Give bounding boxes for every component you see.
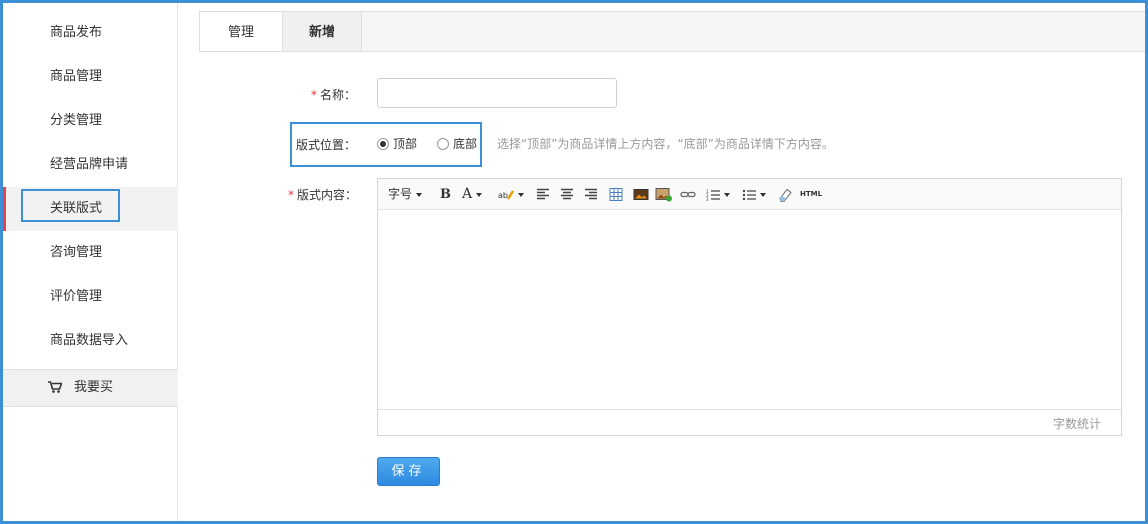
link-icon[interactable]	[680, 186, 696, 203]
name-label: * 名称：	[310, 88, 356, 102]
editor-toolbar: 字号 B A ab 123 HTML	[378, 179, 1121, 210]
align-right-icon[interactable]	[584, 186, 598, 203]
align-center-icon[interactable]	[560, 186, 574, 203]
multi-image-icon[interactable]	[655, 186, 673, 203]
sidebar-item-data-import[interactable]: 商品数据导入	[3, 319, 178, 363]
bold-button[interactable]: B	[440, 186, 451, 203]
editor-statusbar: 字数统计	[378, 409, 1121, 435]
svg-text:3: 3	[706, 197, 709, 202]
tab-bar: 管理 新增	[199, 11, 1145, 52]
sidebar-item-product-manage[interactable]: 商品管理	[3, 55, 178, 99]
required-mark: *	[310, 88, 317, 102]
unordered-list-icon	[742, 189, 756, 200]
content-label: * 版式内容：	[288, 188, 358, 202]
font-color-button[interactable]: A	[462, 186, 483, 203]
font-size-dropdown[interactable]: 字号	[388, 186, 423, 203]
sidebar-item-brand-apply[interactable]: 经营品牌申请	[3, 143, 178, 187]
save-button[interactable]: 保存	[377, 457, 440, 486]
svg-text:ab: ab	[498, 191, 508, 200]
position-highlight	[290, 122, 482, 167]
ordered-list-button[interactable]: 123	[706, 186, 730, 203]
rich-text-editor: 字号 B A ab 123 HTML 字数统计	[377, 178, 1122, 436]
image-icon[interactable]	[633, 186, 649, 203]
name-input[interactable]	[377, 78, 617, 108]
tab-add[interactable]: 新增	[282, 11, 362, 52]
highlight-color-button[interactable]: ab	[498, 186, 524, 203]
cart-icon	[48, 381, 62, 393]
editor-content-area[interactable]	[378, 210, 1121, 410]
position-hint: 选择“顶部”为商品详情上方内容，“底部”为商品详情下方内容。	[497, 137, 834, 151]
active-item-highlight	[21, 189, 120, 222]
word-count: 字数统计	[1052, 417, 1101, 431]
sidebar-item-category-manage[interactable]: 分类管理	[3, 99, 178, 143]
sidebar-item-review-manage[interactable]: 评价管理	[3, 275, 178, 319]
align-left-icon[interactable]	[536, 186, 550, 203]
sidebar-item-consult-manage[interactable]: 咨询管理	[3, 231, 178, 275]
eraser-icon[interactable]	[777, 186, 793, 203]
buy-button[interactable]: 我要买	[3, 369, 178, 407]
highlight-pen-icon: ab	[498, 189, 514, 200]
unordered-list-button[interactable]	[742, 186, 766, 203]
sidebar: 商品发布 商品管理 分类管理 经营品牌申请 关联版式 咨询管理 评价管理 商品数…	[3, 3, 178, 521]
buy-label: 我要买	[74, 380, 114, 395]
html-button[interactable]: HTML	[800, 186, 822, 203]
tab-manage[interactable]: 管理	[199, 11, 283, 52]
table-icon[interactable]	[609, 186, 623, 203]
ordered-list-icon: 123	[706, 189, 720, 202]
sidebar-item-product-publish[interactable]: 商品发布	[3, 11, 178, 55]
